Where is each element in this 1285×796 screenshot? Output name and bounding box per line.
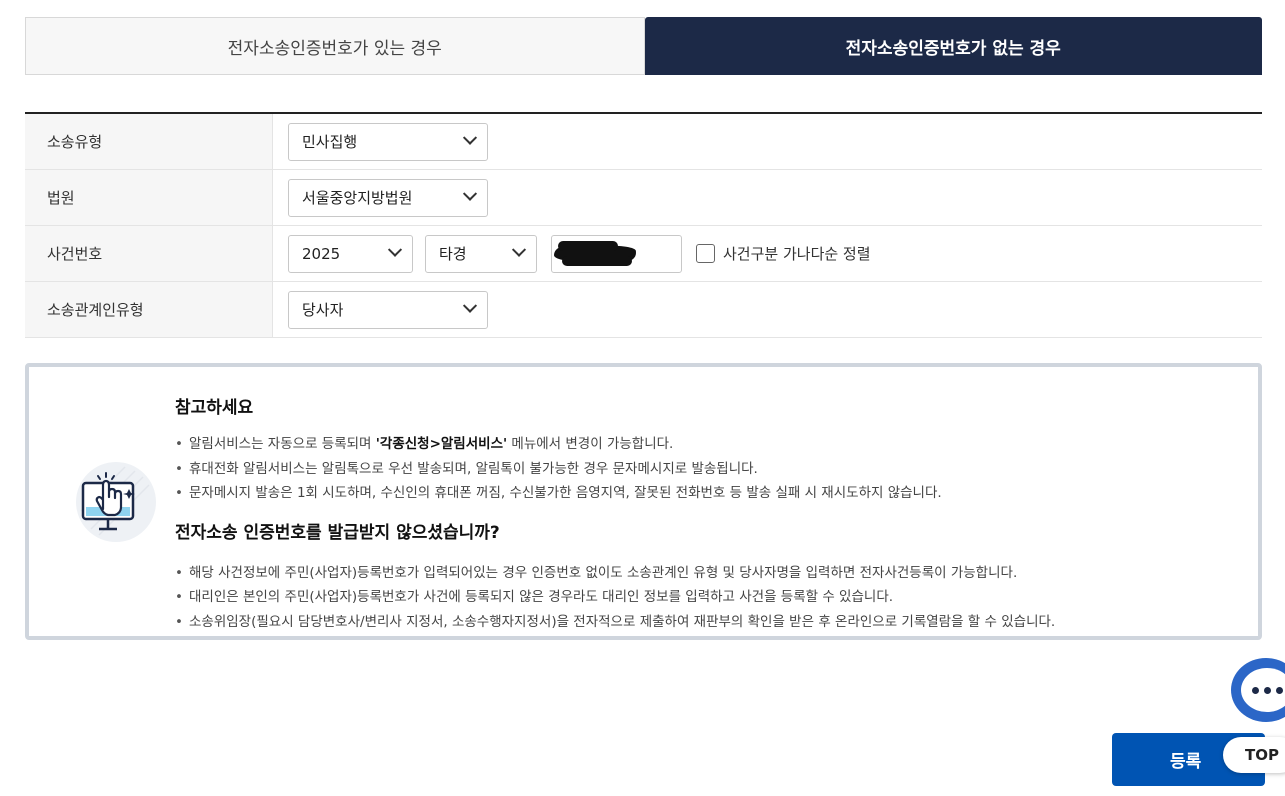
case-year-select[interactable]: 2025	[288, 234, 413, 273]
list-item: 해당 사건정보에 주민(사업자)등록번호가 입력되어있는 경우 인증번호 없이도…	[175, 561, 1238, 586]
notice-title-reference: 참고하세요	[175, 398, 254, 418]
form-row-lawsuit-type: 소송유형 민사집행	[25, 114, 1262, 170]
chevron-down-icon	[462, 298, 478, 313]
lawsuit-type-value: 민사집행	[302, 133, 358, 151]
list-item-text: 메뉴에서 변경이 가능합니다.	[507, 436, 674, 452]
lawsuit-type-field: 민사집행	[273, 114, 1262, 169]
case-category-select[interactable]: 타경	[425, 234, 537, 273]
case-number-field: 2025 타경 사건구분 가나다순 정렬	[273, 226, 1262, 281]
notice-box: 참고하세요 알림서비스는 자동으로 등록되며 '각종신청>알림서비스' 메뉴에서…	[25, 363, 1262, 640]
chat-dots-icon	[1241, 668, 1285, 712]
notice-list-no-auth: 해당 사건정보에 주민(사업자)등록번호가 입력되어있는 경우 인증번호 없이도…	[175, 561, 1238, 635]
list-item: 대리인은 본인의 주민(사업자)등록번호가 사건에 등록되지 않은 경우라도 대…	[175, 585, 1238, 610]
court-label: 법원	[25, 170, 273, 225]
case-type-tabs: 전자소송인증번호가 있는 경우 전자소송인증번호가 없는 경우	[25, 17, 1262, 75]
tab-with-auth-number[interactable]: 전자소송인증번호가 있는 경우	[25, 17, 645, 75]
court-select[interactable]: 서울중앙지방법원	[288, 178, 488, 217]
party-type-select[interactable]: 당사자	[288, 290, 488, 329]
chatbot-button[interactable]	[1231, 658, 1285, 722]
list-item: 알림서비스는 자동으로 등록되며 '각종신청>알림서비스' 메뉴에서 변경이 가…	[175, 432, 1238, 457]
list-item: 휴대전화 알림서비스는 알림톡으로 우선 발송되며, 알림톡이 불가능한 경우 …	[175, 457, 1238, 482]
touch-screen-icon	[75, 461, 157, 543]
chevron-down-icon	[462, 130, 478, 145]
case-registration-form: 소송유형 민사집행 법원 서울중앙지방법원 사건번호 2025 타경 사건구분 …	[25, 112, 1262, 338]
sort-checkbox-wrapper[interactable]: 사건구분 가나다순 정렬	[696, 243, 871, 264]
party-type-label: 소송관계인유형	[25, 282, 273, 337]
lawsuit-type-select[interactable]: 민사집행	[288, 122, 488, 161]
redaction-mark	[562, 255, 632, 266]
chevron-down-icon	[511, 242, 527, 257]
form-row-party-type: 소송관계인유형 당사자	[25, 282, 1262, 338]
case-number-input[interactable]	[551, 234, 682, 273]
list-item: 소송위임장(필요시 담당변호사/변리사 지정서, 소송수행자지정서)을 전자적으…	[175, 610, 1238, 635]
case-number-label: 사건번호	[25, 226, 273, 281]
sort-checkbox-label: 사건구분 가나다순 정렬	[723, 245, 871, 263]
form-row-case-number: 사건번호 2025 타경 사건구분 가나다순 정렬	[25, 226, 1262, 282]
lawsuit-type-label: 소송유형	[25, 114, 273, 169]
menu-path-highlight: '각종신청>알림서비스'	[375, 436, 508, 452]
form-row-court: 법원 서울중앙지방법원	[25, 170, 1262, 226]
court-value: 서울중앙지방법원	[302, 189, 413, 207]
list-item: 문자메시지 발송은 1회 시도하며, 수신인의 휴대폰 꺼짐, 수신불가한 음영…	[175, 481, 1238, 506]
party-type-value: 당사자	[302, 301, 344, 319]
list-item-text: 알림서비스는 자동으로 등록되며	[189, 436, 376, 452]
court-field: 서울중앙지방법원	[273, 170, 1262, 225]
notice-title-no-auth: 전자소송 인증번호를 발급받지 않으셨습니까?	[175, 522, 500, 543]
redaction-mark	[558, 240, 618, 251]
scroll-top-button[interactable]: TOP	[1223, 737, 1285, 773]
notice-list-reference: 알림서비스는 자동으로 등록되며 '각종신청>알림서비스' 메뉴에서 변경이 가…	[175, 432, 1238, 506]
party-type-field: 당사자	[273, 282, 1262, 337]
chevron-down-icon	[387, 242, 403, 257]
notice-content: 참고하세요 알림서비스는 자동으로 등록되며 '각종신청>알림서비스' 메뉴에서…	[175, 393, 1238, 634]
case-year-value: 2025	[302, 244, 341, 263]
case-category-value: 타경	[439, 245, 467, 263]
chevron-down-icon	[462, 186, 478, 201]
sort-checkbox[interactable]	[696, 244, 715, 263]
tab-without-auth-number[interactable]: 전자소송인증번호가 없는 경우	[644, 17, 1262, 75]
